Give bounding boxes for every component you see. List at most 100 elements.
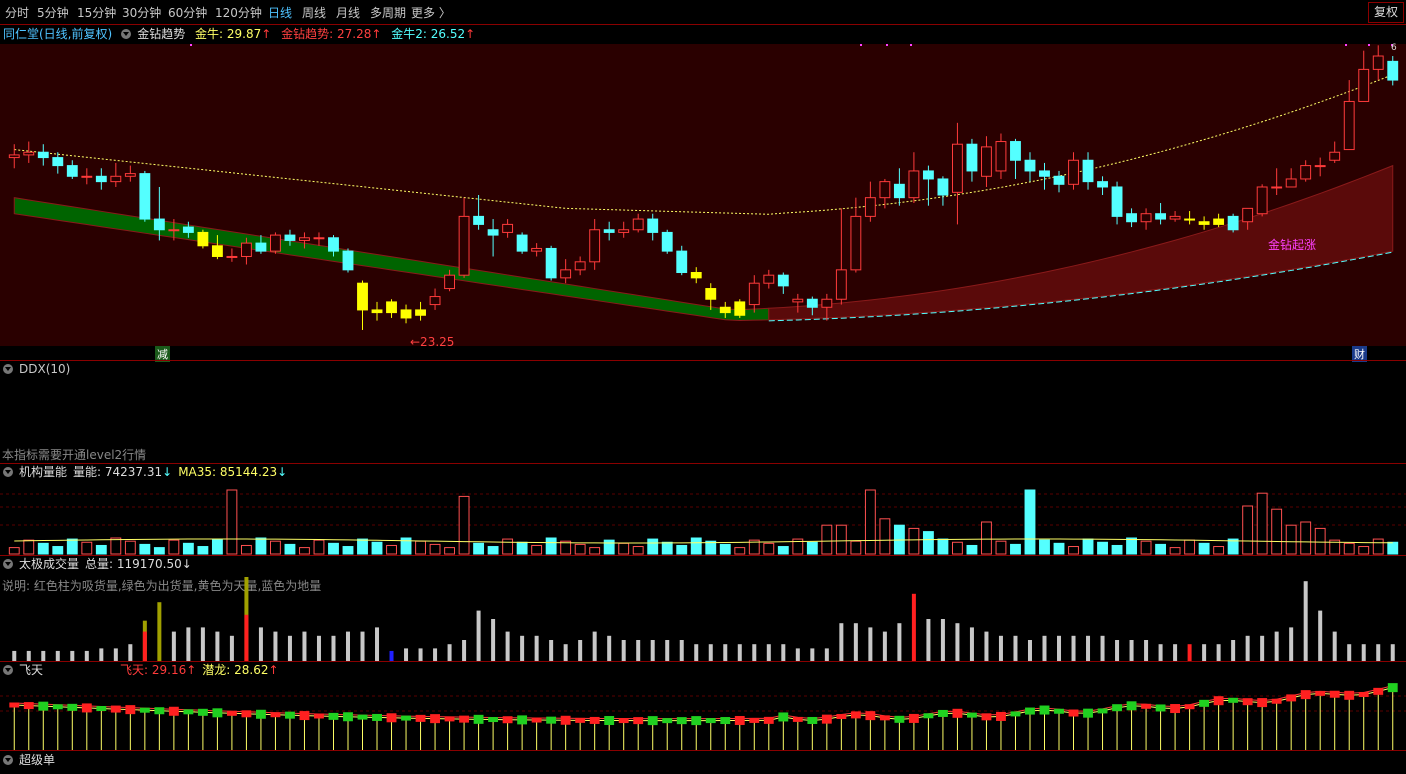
candle-body (66, 165, 78, 177)
collapse-icon[interactable] (3, 665, 13, 675)
candle-body (690, 272, 702, 279)
chaoji-title[interactable]: 超级单 (19, 753, 55, 767)
tjcjl-header: 太极成交量 总量: 119170.50↓ (0, 555, 1406, 573)
collapse-icon[interactable] (3, 559, 13, 569)
candle-body (1184, 218, 1196, 221)
volume-bar (1027, 640, 1032, 661)
volume-bar (1285, 524, 1297, 555)
feitian-block (967, 712, 977, 718)
volume-bar (244, 614, 249, 661)
period-tab-4[interactable]: 60分钟 (168, 4, 207, 21)
volume-bar (955, 623, 960, 661)
candle-body (560, 269, 572, 279)
period-tab-5[interactable]: 120分钟 (215, 4, 262, 21)
volume-bar (763, 542, 775, 555)
volume-bar (676, 544, 688, 555)
volume-bar (647, 538, 659, 555)
volume-bar (215, 631, 220, 661)
feitian-block (1155, 704, 1166, 712)
period-tab-2[interactable]: 15分钟 (77, 4, 116, 21)
feitian-block (575, 717, 586, 723)
adjust-button[interactable]: 复权 (1367, 2, 1404, 23)
feitian-block (821, 714, 832, 724)
period-tab-1[interactable]: 5分钟 (37, 4, 69, 21)
top-dot (886, 44, 888, 46)
collapse-icon[interactable] (121, 29, 132, 39)
collapse-icon[interactable] (3, 467, 13, 477)
feitian-block (52, 704, 63, 710)
candle-body (313, 237, 325, 240)
volume-bar (1343, 542, 1355, 555)
candle-body (516, 234, 528, 252)
feitian-title[interactable]: 飞天 (19, 661, 114, 679)
feitian-block (981, 713, 992, 721)
candle-body (240, 242, 252, 257)
top-dot (1345, 44, 1347, 46)
volume-bar (99, 648, 104, 661)
volume-bar (589, 547, 601, 555)
ddx-title[interactable]: DDX(10) (19, 362, 70, 376)
tjcjl-total: 总量: 119170.50 (85, 557, 182, 571)
volume-bar (389, 650, 394, 661)
volume-bar (1231, 640, 1236, 661)
period-tab-10[interactable]: 更多 〉 (411, 4, 451, 21)
period-tab-0[interactable]: 分时 (5, 4, 29, 21)
candle-body (574, 261, 586, 271)
volume-bar (694, 644, 699, 661)
volume-bar (433, 648, 438, 661)
candle-body (502, 223, 514, 233)
period-tab-6[interactable]: 日线 (268, 4, 292, 21)
period-tab-8[interactable]: 月线 (336, 4, 360, 21)
feitian-block (67, 703, 78, 711)
period-tab-3[interactable]: 30分钟 (122, 4, 161, 21)
volume-bar (182, 542, 194, 555)
volume-bar (1387, 541, 1399, 555)
candle-body (1169, 215, 1181, 220)
feitian-block (807, 716, 818, 724)
feitian-block (1126, 701, 1137, 711)
feitian-block (110, 705, 121, 713)
volume-bar (360, 631, 365, 661)
candle-body (429, 296, 441, 306)
collapse-icon[interactable] (3, 364, 13, 374)
feitian-block (734, 715, 745, 725)
volume-bar (549, 640, 554, 661)
candle-body (270, 234, 281, 252)
volume-bar (1390, 644, 1395, 661)
volume-bar (752, 644, 757, 661)
candle-body (139, 173, 151, 220)
feitian-block (285, 711, 295, 719)
volume-bar (444, 547, 456, 555)
jgln-title[interactable]: 机构量能 (19, 465, 67, 479)
volume-bar (70, 650, 75, 661)
candlestick-chart[interactable] (0, 44, 1406, 360)
period-tab-9[interactable]: 多周期 (370, 4, 406, 21)
feitian-block (502, 716, 513, 724)
volume-bar (429, 543, 441, 555)
candle-body (1372, 55, 1384, 70)
candle-body (806, 298, 818, 308)
feitian-block (749, 717, 760, 723)
volume-bar (1053, 542, 1065, 555)
feitian-block (1286, 694, 1297, 702)
stock-title[interactable]: 同仁堂(日线,前复权) (3, 27, 112, 41)
volume-bar (810, 648, 815, 661)
feitian-block (1213, 696, 1224, 706)
volume-bar (603, 539, 615, 555)
candle-body (299, 237, 310, 241)
period-tab-7[interactable]: 周线 (302, 4, 326, 21)
candle-body (1082, 159, 1094, 183)
candle-body (458, 215, 470, 276)
volume-bar (737, 644, 742, 661)
volume-bar (969, 627, 974, 661)
collapse-icon[interactable] (3, 755, 13, 765)
volume-bar (1169, 547, 1181, 555)
feitian-block (705, 718, 716, 724)
candle-body (52, 157, 64, 167)
indicator-name[interactable]: 金钻趋势 (137, 27, 185, 41)
low-price-label: ←23.25 (410, 335, 455, 349)
volume-bar (211, 538, 223, 555)
tjcjl-title[interactable]: 太极成交量 (19, 557, 79, 571)
volume-bar (868, 627, 873, 661)
volume-bar (491, 619, 496, 661)
